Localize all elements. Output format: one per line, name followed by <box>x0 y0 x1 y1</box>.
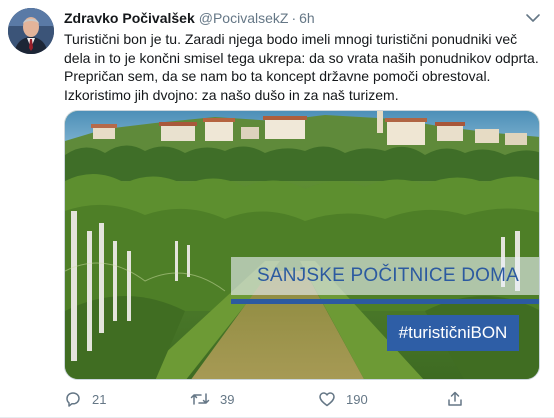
tweet-media-image[interactable]: SANJSKE POČITNICE DOMA #turističniBON <box>64 110 540 380</box>
overlay-title-banner: SANJSKE POČITNICE DOMA <box>231 257 539 295</box>
like-button[interactable]: 190 <box>318 389 368 409</box>
tweet-header: Zdravko Počivalšek @PocivalsekZ · 6h <box>64 8 544 28</box>
like-icon <box>319 392 335 407</box>
tweet-card[interactable]: Zdravko Počivalšek @PocivalsekZ · 6h Tur… <box>0 0 554 418</box>
tweet-text-line: Izkoristimo jih dvojno: za našo dušo in … <box>64 86 399 103</box>
avatar[interactable] <box>8 8 54 54</box>
separator-dot: · <box>291 10 297 26</box>
reply-count: 21 <box>92 391 107 407</box>
share-button[interactable] <box>446 389 474 409</box>
share-icon <box>448 391 462 406</box>
hashtag-banner: #turističniBON <box>387 315 519 351</box>
retweet-button[interactable]: 39 <box>190 389 234 409</box>
tweet-text-line: dela in to je končni smisel tega ukrepa:… <box>64 49 539 66</box>
author-name[interactable]: Zdravko Počivalšek <box>64 10 195 26</box>
overlay-title-text: SANJSKE POČITNICE DOMA <box>257 265 519 286</box>
tweet-actions: 21 39 190 <box>64 389 534 409</box>
more-icon <box>526 14 540 22</box>
retweet-icon <box>190 393 210 405</box>
tweet-text-line: Turistični bon je tu. Zaradi njega bodo … <box>64 31 518 47</box>
timestamp[interactable]: 6h <box>299 10 315 26</box>
tweet-text: Turistični bon je tu. Zaradi njega bodo … <box>64 30 544 104</box>
reply-button[interactable]: 21 <box>64 389 106 409</box>
more-options-button[interactable] <box>522 8 544 28</box>
hashtag-text: #turističniBON <box>398 323 508 342</box>
author-handle[interactable]: @PocivalsekZ <box>199 10 289 26</box>
like-count: 190 <box>346 391 368 407</box>
reply-icon <box>66 392 80 407</box>
retweet-count: 39 <box>220 391 235 407</box>
tweet-text-line: Prepričan sem, da se nam bo ta koncept d… <box>64 68 491 84</box>
overlay-accent-line <box>231 299 539 304</box>
